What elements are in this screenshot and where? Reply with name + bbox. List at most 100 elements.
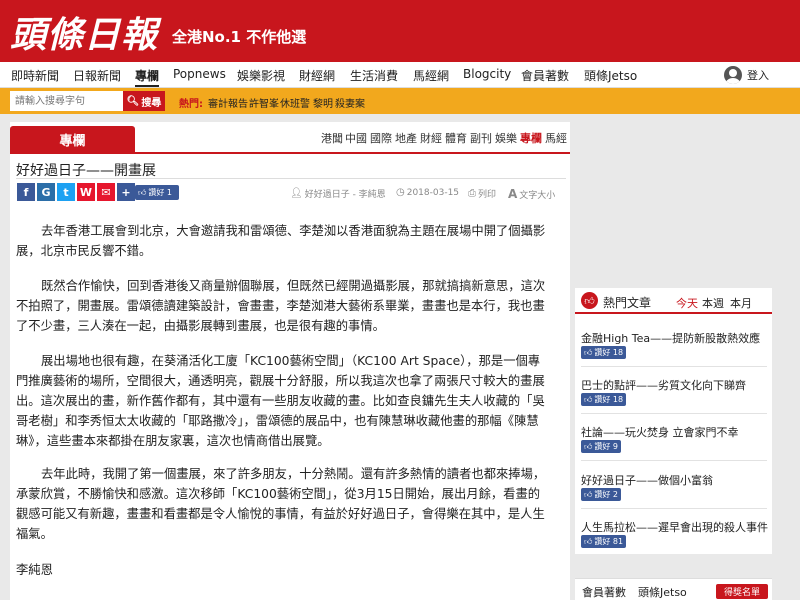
thumbs-up-icon: 👍︎ (138, 187, 147, 197)
member-offers-link[interactable]: 會員著數 (582, 584, 626, 600)
like-count: 讚好 1 (148, 188, 173, 197)
nav-item-columns[interactable]: 專欄 (135, 67, 160, 87)
login-label: 登入 (747, 69, 769, 82)
hot-topic-link[interactable]: 休班警 (280, 95, 310, 110)
hot-article-divider (581, 460, 767, 461)
thumbs-up-icon: 👍︎ (584, 347, 593, 357)
hot-article-divider (581, 508, 767, 509)
category-link[interactable]: 中國 (345, 130, 367, 146)
member-offers-bar: 會員著數 頭條Jetso 得獎名單 (575, 578, 772, 600)
jetso-link[interactable]: 頭條Jetso (638, 584, 687, 600)
nav-item-popnews[interactable]: Popnews (173, 67, 226, 81)
search-icon: 🔍︎ (126, 95, 140, 107)
category-link[interactable]: 馬經 (545, 130, 567, 146)
print-label: 列印 (478, 190, 497, 200)
hot-topic-link[interactable]: 許智峯 (249, 95, 279, 110)
nav-item-instant-news[interactable]: 即時新聞 (11, 67, 59, 84)
hot-article-link[interactable]: 好好過日子——做個小富翁 (581, 472, 713, 488)
hot-articles-title: 熱門文章 (603, 296, 652, 310)
category-link[interactable]: 財經 (420, 130, 442, 146)
category-link-active[interactable]: 專欄 (520, 130, 542, 146)
hot-article-link[interactable]: 人生馬拉松——遲早會出現的殺人事件 (581, 519, 768, 535)
hot-topic-link[interactable]: 審計報告 (208, 95, 248, 110)
print-icon: ⎙ (468, 188, 476, 199)
article-paragraph: 既然合作愉快，回到香港後又商量辦個聯展，但既然已經開過攝影展，那就搞搞新意思，這… (16, 279, 546, 333)
nav-item-finance[interactable]: 財經網 (299, 67, 335, 84)
section-divider (10, 152, 570, 154)
nav-item-daily-news[interactable]: 日報新聞 (73, 67, 121, 84)
hot-articles-header: 👍︎ 熱門文章 今天 本週 本月 (575, 288, 772, 314)
period-tab-month[interactable]: 本月 (730, 295, 752, 311)
category-link[interactable]: 地產 (395, 130, 417, 146)
hot-topic-link[interactable]: 殺妻案 (335, 95, 365, 110)
winners-list-label: 得獎名單 (723, 588, 760, 598)
font-size-icon: A (508, 187, 518, 201)
main-nav: 即時新聞 日報新聞 專欄 Popnews 娛樂影視 財經網 生活消費 馬經網 B… (0, 62, 800, 88)
nav-item-jetso[interactable]: 頭條Jetso (584, 67, 637, 84)
print-button[interactable]: ⎙ 列印 (468, 187, 496, 200)
thumbs-up-icon: 👍︎ (581, 292, 598, 309)
meta-author[interactable]: 👤︎ 好好過日子 - 李純恩 (290, 187, 386, 200)
font-size-label: 文字大小 (519, 190, 556, 201)
article-author: 李純恩 (16, 563, 53, 577)
hot-topics-label: 熱門: (179, 99, 203, 110)
login-button[interactable]: 登入 (724, 65, 769, 85)
hot-article-like[interactable]: 👍︎ 讚好 81 (581, 535, 627, 548)
period-tab-today[interactable]: 今天 (676, 295, 698, 311)
hot-articles-panel: 👍︎ 熱門文章 今天 本週 本月 金融High Tea——提防新股散熱效應 👍︎… (575, 288, 772, 554)
hot-article-link[interactable]: 巴士的點評——劣質文化向下睇齊 (581, 377, 746, 393)
search-button-label: 搜尋 (141, 97, 162, 109)
site-slogan: 全港No.1 不作他選 (172, 28, 307, 46)
category-link[interactable]: 娛樂 (495, 130, 517, 146)
like-button[interactable]: 👍︎ 讚好 1 (135, 185, 179, 200)
google-share-icon[interactable]: G (37, 183, 55, 201)
article-panel: 專欄 港聞 中國 國際 地產 財經 體育 副刊 娛樂 專欄 馬經 好好過日子——… (10, 122, 570, 600)
nav-item-member-offers[interactable]: 會員著數 (521, 67, 569, 84)
facebook-share-icon[interactable]: f (17, 183, 35, 201)
thumbs-up-icon: 👍︎ (584, 441, 593, 451)
search-bar: 🔍︎ 搜尋 熱門: 審計報告 許智峯 休班警 黎明 殺妻案 (0, 88, 800, 114)
hot-article-like[interactable]: 👍︎ 讚好 9 (581, 440, 622, 453)
thumbs-up-icon: 👍︎ (584, 536, 593, 546)
hot-article-like[interactable]: 👍︎ 讚好 18 (581, 393, 627, 406)
search-input[interactable] (10, 91, 123, 111)
article-paragraph: 去年香港工展會到北京，大會邀請我和雷頌德、李楚洳以香港面貌為主題在展場中開了個攝… (16, 224, 546, 258)
article-paragraph: 展出場地也很有趣，在葵涌活化工廈「KC100藝術空間」（KC100 Art Sp… (16, 354, 545, 448)
article-title: 好好過日子——開畫展 (16, 163, 156, 179)
thumbs-up-icon: 👍︎ (584, 489, 593, 499)
more-share-icon[interactable]: + (117, 183, 135, 201)
category-link[interactable]: 國際 (370, 130, 392, 146)
clock-icon: ◷ (396, 187, 405, 198)
search-button[interactable]: 🔍︎ 搜尋 (123, 91, 165, 111)
category-link[interactable]: 體育 (445, 130, 467, 146)
email-share-icon[interactable]: ✉ (97, 183, 115, 201)
font-size-button[interactable]: A 文字大小 (508, 187, 555, 201)
hot-article-divider (581, 413, 767, 414)
nav-item-lifestyle[interactable]: 生活消費 (350, 67, 398, 84)
hot-article-link[interactable]: 金融High Tea——提防新股散熱效應 (581, 330, 760, 346)
meta-author-text: 好好過日子 - 李純恩 (304, 190, 386, 200)
winners-list-button[interactable]: 得獎名單 (716, 584, 768, 599)
weibo-share-icon[interactable]: W (77, 183, 95, 201)
category-link[interactable]: 港聞 (321, 130, 343, 146)
nav-item-blogcity[interactable]: Blogcity (463, 67, 511, 81)
hot-topic-link[interactable]: 黎明 (313, 95, 333, 110)
category-link[interactable]: 副刊 (470, 130, 492, 146)
hot-article-divider (581, 366, 767, 367)
meta-date: ◷ 2018-03-15 (396, 187, 459, 198)
twitter-share-icon[interactable]: t (57, 183, 75, 201)
nav-item-entertainment[interactable]: 娛樂影視 (237, 67, 285, 84)
site-header: 頭條日報 全港No.1 不作他選 (0, 0, 800, 62)
title-divider (16, 178, 566, 179)
article-paragraph: 去年此時，我開了第一個畫展，來了許多朋友，十分熱鬧。還有許多熱情的讀者也都來捧場… (16, 467, 546, 541)
hot-article-link[interactable]: 社論——玩火焚身 立會家門不幸 (581, 424, 739, 440)
meta-date-text: 2018-03-15 (406, 187, 460, 198)
section-title: 專欄 (10, 126, 135, 152)
nav-item-racing[interactable]: 馬經網 (413, 67, 449, 84)
site-logo[interactable]: 頭條日報 (10, 6, 158, 58)
hot-article-like[interactable]: 👍︎ 讚好 2 (581, 488, 622, 501)
period-tab-week[interactable]: 本週 (702, 295, 724, 311)
hot-article-like[interactable]: 👍︎ 讚好 18 (581, 346, 627, 359)
user-icon: 👤︎ (290, 188, 303, 199)
thumbs-up-icon: 👍︎ (584, 394, 593, 404)
